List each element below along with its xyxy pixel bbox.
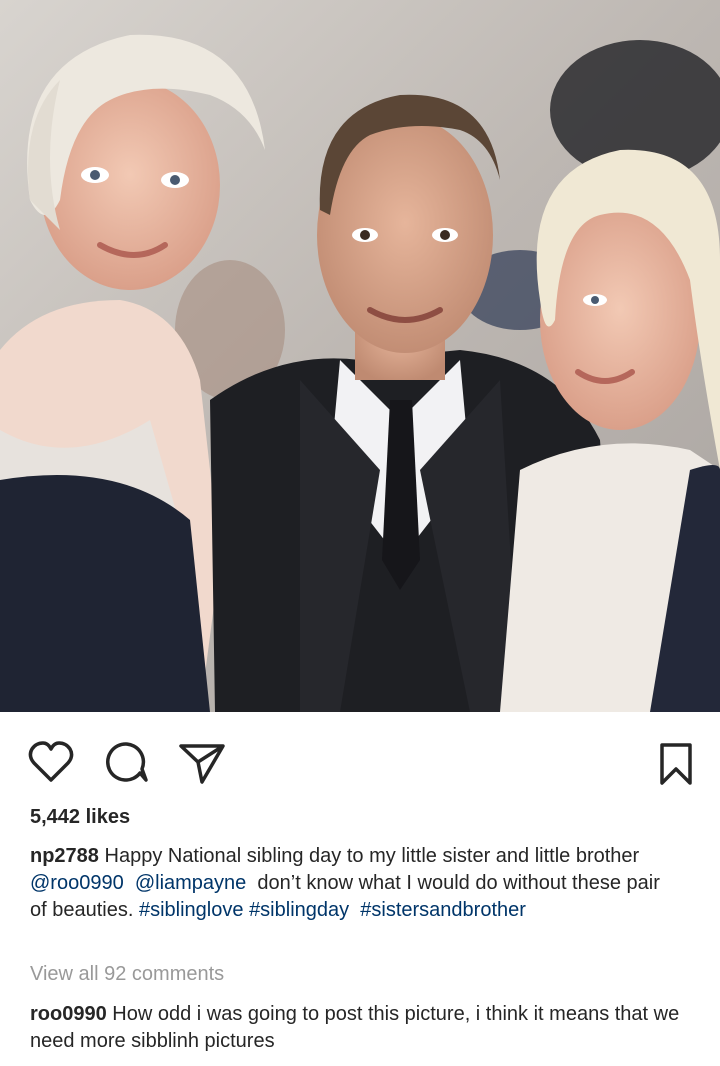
hashtag-sistersandbrother[interactable]: #sistersandbrother [360,899,526,921]
post-action-bar [0,712,720,812]
view-all-comments-link[interactable]: View all 92 comments [30,963,224,986]
caption-username[interactable]: np2788 [30,845,99,867]
heart-icon[interactable] [27,740,75,789]
comment-bubble-icon[interactable] [104,740,150,791]
likes-count[interactable]: 5,442 likes [30,806,130,829]
post-caption: np2788 Happy National sibling day to my … [30,843,680,924]
mention-liampayne[interactable]: @liampayne [135,872,246,894]
comment-username[interactable]: roo0990 [30,1003,107,1025]
comment-text: How odd i was going to post this picture… [30,1003,680,1052]
hashtag-siblinglove[interactable]: #siblinglove [139,899,244,921]
hashtag-siblingday[interactable]: #siblingday [249,899,349,921]
caption-text: Happy National sibling day to my little … [104,845,640,867]
paper-plane-icon[interactable] [178,740,226,791]
mention-roo0990[interactable]: @roo0990 [30,872,124,894]
bookmark-icon[interactable] [658,742,694,791]
comment-item: roo0990 How odd i was going to post this… [30,1001,690,1055]
post-photo[interactable] [0,0,720,712]
